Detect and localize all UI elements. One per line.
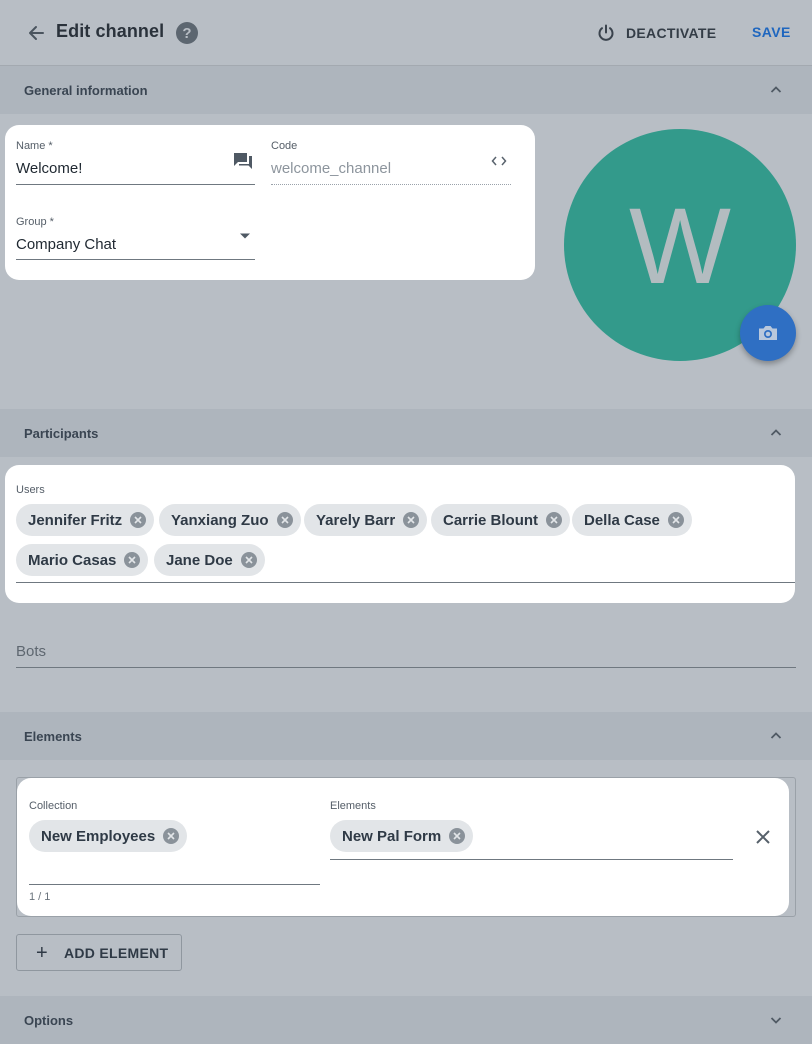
chip-remove-icon[interactable] bbox=[276, 512, 293, 528]
chip-remove-icon[interactable] bbox=[163, 828, 180, 844]
chip-remove-icon[interactable] bbox=[546, 512, 563, 528]
name-field[interactable]: Welcome! bbox=[16, 160, 82, 177]
chip-remove-icon[interactable] bbox=[449, 828, 466, 844]
name-label: Name * bbox=[16, 140, 53, 152]
close-icon[interactable] bbox=[755, 829, 771, 845]
general-card: Name * Welcome! Code welcome_channel Gro… bbox=[5, 125, 535, 280]
chip-remove-icon[interactable] bbox=[240, 552, 257, 568]
code-icon bbox=[491, 156, 507, 166]
dropdown-arrow-icon[interactable] bbox=[239, 232, 251, 240]
code-label: Code bbox=[271, 140, 298, 152]
back-button[interactable] bbox=[16, 13, 56, 53]
app-header: Edit channel ? DEACTIVATE SAVE bbox=[0, 0, 812, 66]
element-card: Collection New Employees 1 / 1 Elements … bbox=[17, 778, 789, 916]
deactivate-label: DEACTIVATE bbox=[626, 25, 717, 41]
group-label: Group * bbox=[16, 216, 54, 228]
user-chip[interactable]: Mario Casas bbox=[16, 544, 149, 576]
collection-label: Collection bbox=[29, 800, 78, 812]
group-select[interactable]: Company Chat bbox=[16, 236, 116, 253]
participants-card: Users Jennifer Fritz Yanxiang Zuo Yarely… bbox=[5, 465, 795, 603]
help-icon[interactable]: ? bbox=[176, 22, 198, 44]
user-chip[interactable]: Jane Doe bbox=[154, 544, 265, 576]
chip-remove-icon[interactable] bbox=[667, 512, 684, 528]
users-label: Users bbox=[16, 484, 45, 496]
user-chip[interactable]: Yanxiang Zuo bbox=[159, 504, 301, 536]
user-chip[interactable]: Della Case bbox=[572, 504, 692, 536]
section-options[interactable]: Options bbox=[0, 996, 812, 1044]
back-arrow-icon bbox=[29, 26, 44, 40]
bots-underline bbox=[16, 667, 796, 668]
chip-remove-icon[interactable] bbox=[403, 512, 420, 528]
chevron-up-icon bbox=[770, 732, 782, 739]
plus-icon: + bbox=[36, 941, 48, 964]
chip-remove-icon[interactable] bbox=[130, 512, 147, 528]
add-element-button[interactable]: + ADD ELEMENT bbox=[16, 934, 182, 971]
bots-field[interactable]: Bots bbox=[16, 643, 46, 660]
section-elements-label: Elements bbox=[24, 729, 82, 744]
chevron-up-icon bbox=[770, 86, 782, 93]
power-icon bbox=[596, 23, 616, 43]
page-title: Edit channel bbox=[56, 21, 165, 41]
camera-icon bbox=[759, 326, 777, 340]
deactivate-button[interactable]: DEACTIVATE bbox=[596, 20, 716, 46]
users-input[interactable] bbox=[16, 582, 795, 583]
add-element-label: ADD ELEMENT bbox=[63, 944, 169, 961]
elements-label: Elements bbox=[330, 800, 376, 812]
section-participants[interactable]: Participants bbox=[0, 409, 812, 457]
section-general-label: General information bbox=[24, 83, 148, 98]
chevron-down-icon bbox=[770, 1017, 782, 1024]
section-general[interactable]: General information bbox=[0, 66, 812, 114]
user-chip[interactable]: Yarely Barr bbox=[304, 504, 428, 536]
collection-chip[interactable]: New Employees bbox=[29, 820, 188, 852]
element-chip[interactable]: New Pal Form bbox=[330, 820, 474, 852]
section-elements[interactable]: Elements bbox=[0, 712, 812, 760]
user-chip[interactable]: Jennifer Fritz bbox=[16, 504, 155, 536]
section-participants-label: Participants bbox=[24, 426, 99, 441]
upload-photo-button[interactable] bbox=[740, 305, 796, 361]
chat-icon bbox=[234, 153, 252, 169]
code-field: welcome_channel bbox=[271, 160, 392, 177]
chip-remove-icon[interactable] bbox=[124, 552, 141, 568]
collection-input[interactable] bbox=[29, 884, 320, 885]
collection-counter: 1 / 1 bbox=[29, 891, 51, 903]
user-chip[interactable]: Carrie Blount bbox=[431, 504, 571, 536]
section-options-label: Options bbox=[24, 1013, 74, 1028]
save-button[interactable]: SAVE bbox=[752, 24, 791, 40]
chevron-up-icon bbox=[770, 429, 782, 436]
elements-input[interactable] bbox=[330, 859, 733, 860]
